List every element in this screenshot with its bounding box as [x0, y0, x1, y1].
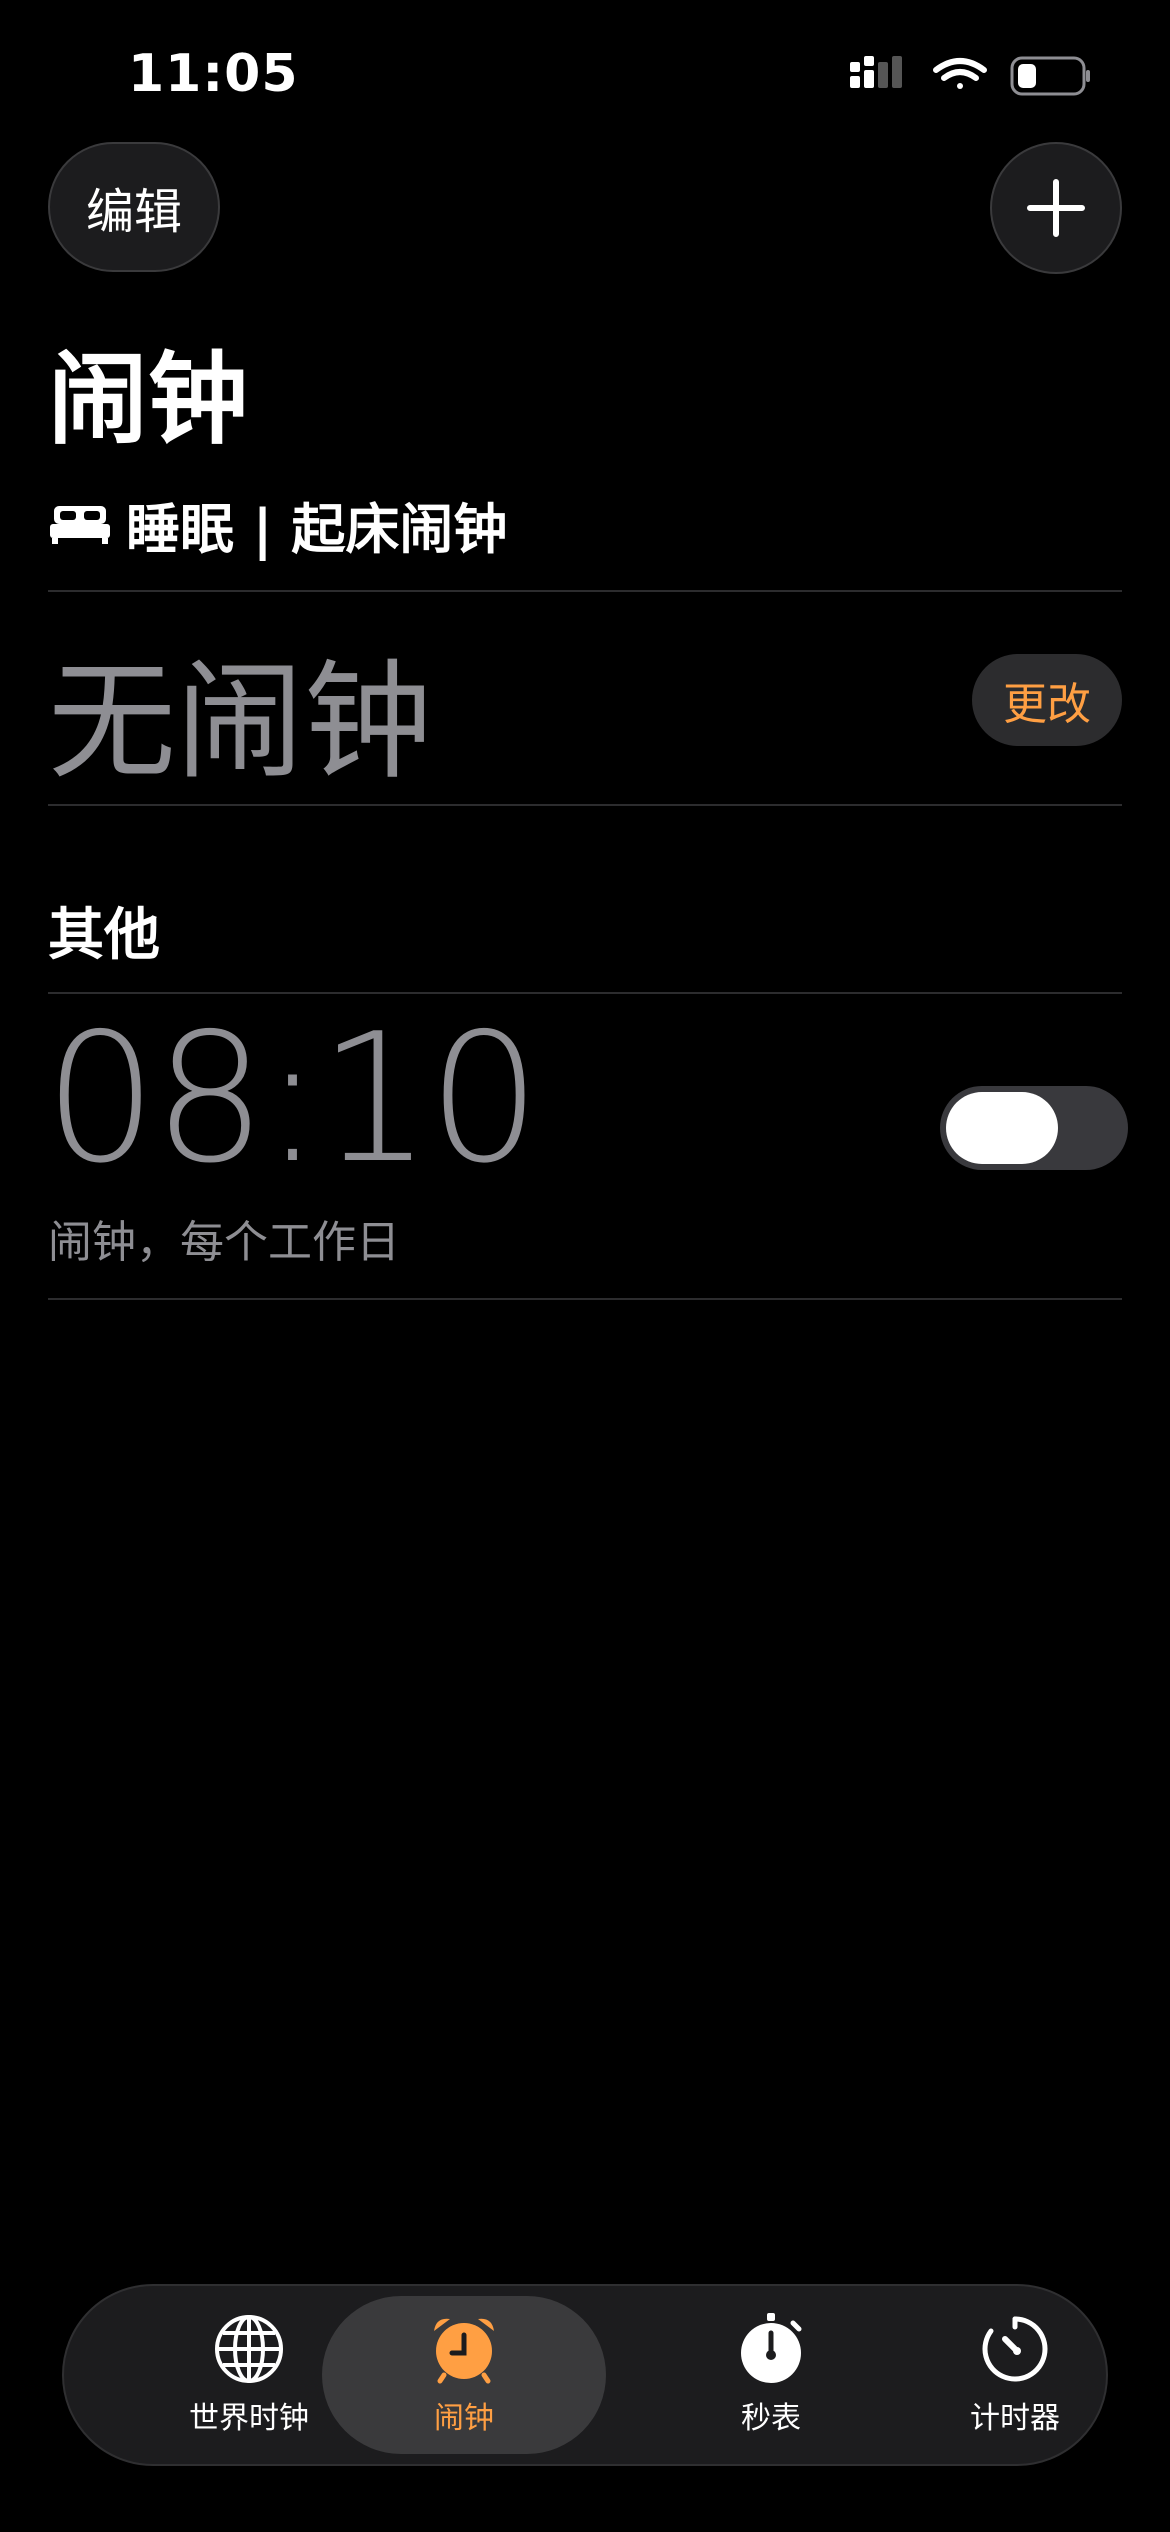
status-bar-icons — [850, 52, 1090, 100]
divider — [48, 992, 1122, 994]
cellular-signal-icon — [850, 56, 902, 88]
status-bar-time: 11:05 — [128, 44, 299, 104]
divider — [48, 590, 1122, 592]
stopwatch-icon — [741, 2313, 802, 2383]
other-section-header: 其他 — [48, 903, 160, 968]
alarm-label: 闹钟，每个工作日 — [48, 1217, 400, 1268]
alarm-clock-icon — [434, 2318, 494, 2384]
divider — [48, 804, 1122, 806]
tab-timer[interactable]: 计时器 — [890, 2286, 1140, 2464]
sleep-section-header: 睡眠 | 起床闹钟 — [50, 494, 507, 561]
edit-button[interactable]: 编辑 — [48, 142, 220, 272]
battery-icon — [1010, 56, 1090, 96]
tab-label: 闹钟 — [434, 2401, 494, 2436]
alarm-time[interactable]: 08:10 — [44, 1010, 541, 1188]
change-sleep-alarm-button[interactable]: 更改 — [972, 654, 1122, 746]
divider — [48, 1298, 1122, 1300]
alarm-toggle[interactable] — [940, 1086, 1128, 1170]
toggle-knob — [946, 1092, 1058, 1164]
sleep-section-title: 睡眠 | 起床闹钟 — [126, 497, 508, 561]
globe-icon — [215, 2315, 283, 2383]
timer-icon — [982, 2316, 1048, 2382]
no-alarm-text: 无闹钟 — [48, 648, 433, 797]
tab-alarm[interactable]: 闹钟 — [322, 2296, 606, 2454]
add-alarm-button[interactable] — [990, 142, 1122, 274]
tab-label: 秒表 — [741, 2401, 801, 2436]
wifi-icon — [933, 58, 987, 89]
plus-icon — [1027, 179, 1085, 237]
tab-label: 计时器 — [970, 2401, 1060, 2436]
bed-icon — [50, 506, 110, 544]
tab-label: 世界时钟 — [189, 2401, 309, 2436]
tab-bar: 世界时钟 闹钟 秒表 计时器 — [62, 2284, 1108, 2466]
page-title: 闹钟 — [48, 341, 248, 458]
tab-stopwatch[interactable]: 秒表 — [646, 2286, 896, 2464]
